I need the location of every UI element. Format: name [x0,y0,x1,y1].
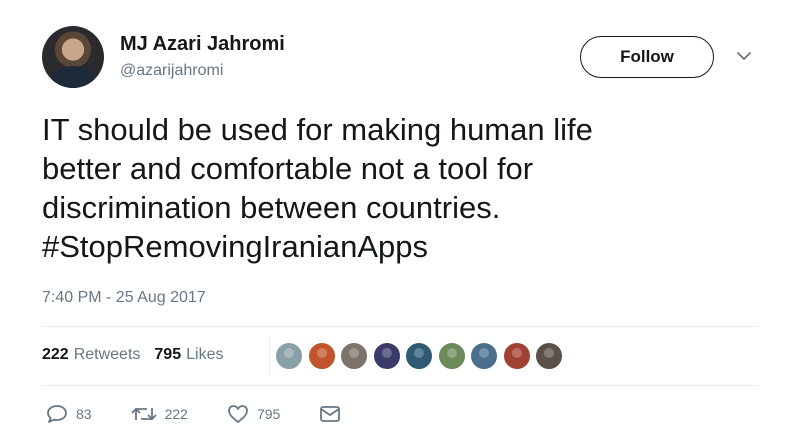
reply-icon [47,405,67,423]
tweet-line: discrimination between countries. [42,190,501,225]
heart-icon [228,405,248,423]
retweet-action-count: 222 [164,406,188,422]
liker-avatar[interactable] [404,341,434,371]
liker-avatar[interactable] [534,341,564,371]
liker-avatar[interactable] [501,341,532,371]
retweet-icon [130,407,157,421]
divider [42,326,758,327]
hashtag-link[interactable]: #StopRemovingIranianApps [42,227,762,266]
envelope-icon [320,406,341,422]
tweet-timestamp[interactable]: 7:40 PM - 25 Aug 2017 [42,289,206,307]
author-avatar[interactable] [42,26,104,88]
liker-avatar[interactable] [339,341,369,371]
author-handle[interactable]: @azarijahromi [120,62,223,80]
chevron-down-icon[interactable] [736,50,752,62]
liker-avatar[interactable] [274,341,304,371]
like-label[interactable]: Likes [186,346,223,364]
like-action-count: 795 [256,406,281,422]
tweet-stats: 222 Retweets 795 Likes [42,346,223,364]
divider [42,385,758,386]
retweet-button[interactable]: 222 [130,404,188,424]
follow-button[interactable]: Follow [580,36,714,78]
tweet-line: better and comfortable not a tool for [42,151,534,186]
direct-message-button[interactable] [319,405,341,423]
stats-separator [269,336,270,376]
tweet-text: IT should be used for making human life … [42,110,762,266]
reply-count: 83 [76,406,92,422]
liker-avatar[interactable] [436,341,467,371]
like-count[interactable]: 795 [154,346,181,364]
tweet-header: MJ Azari Jahromi @azarijahromi Follow [42,26,762,90]
tweet-line: IT should be used for making human life [42,112,593,147]
liker-avatars [274,341,567,371]
like-button[interactable]: 795 [227,404,280,424]
retweet-count[interactable]: 222 [42,346,69,364]
author-name[interactable]: MJ Azari Jahromi [120,33,285,56]
liker-avatar[interactable] [306,341,337,371]
liker-avatar[interactable] [469,341,499,371]
retweet-label[interactable]: Retweets [74,346,141,364]
reply-button[interactable]: 83 [46,404,92,424]
tweet-actions: 83 222 795 [46,402,380,426]
liker-avatar[interactable] [371,341,402,371]
